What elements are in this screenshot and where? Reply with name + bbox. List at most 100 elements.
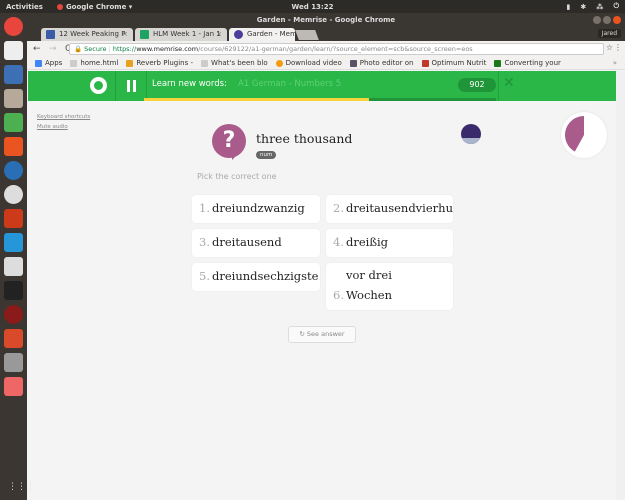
session-title: Learn new words: [152, 79, 227, 89]
app-menu-label: Google Chrome ▾ [65, 2, 133, 11]
files-launcher-icon[interactable] [4, 89, 23, 108]
choice-3[interactable]: 3. dreitausend [192, 229, 320, 257]
bookmark-converting[interactable]: Converting your [494, 59, 561, 67]
address-bar[interactable]: 🔒 Secure | https://www.memrise.com/cours… [69, 43, 604, 55]
url-scheme: https:// [112, 45, 137, 53]
power-icon: ⏻ [613, 2, 619, 10]
close-tab-icon[interactable]: × [122, 30, 128, 38]
app-menu[interactable]: Google Chrome ▾ [56, 2, 133, 11]
profile-button[interactable]: Jared [597, 29, 621, 38]
chrome-menu-icon[interactable]: ⋮ [614, 43, 622, 52]
window-title: Garden - Memrise - Google Chrome [256, 16, 396, 24]
close-session-icon[interactable]: ✕ [503, 75, 515, 91]
new-tab-button[interactable] [295, 30, 319, 40]
tab-memrise[interactable]: Garden - Memrise [229, 28, 295, 41]
audio-launcher-icon[interactable] [4, 233, 23, 252]
bookmark-label: Photo editor on [359, 59, 414, 67]
timer-pie [561, 112, 607, 158]
shortcut-links: Keyboard shortcuts Mute audio [37, 112, 90, 132]
chrome-launcher-icon[interactable] [4, 17, 23, 36]
toolbar: ← → C 🔒 Secure | https://www.memrise.com… [27, 41, 625, 57]
forward-icon[interactable]: → [49, 44, 59, 54]
bookmark-star-icon[interactable]: ☆ [606, 43, 613, 52]
choice-text: dreiundzwanzig [211, 201, 305, 215]
system-tray[interactable]: ▮ ✱ ⁂ ⏻ [567, 2, 619, 11]
activities-button[interactable]: Activities [6, 3, 43, 11]
bookmark-label: Converting your [504, 59, 561, 67]
bookmark-download-video[interactable]: Download video [275, 59, 342, 67]
speaker-launcher-icon[interactable] [4, 257, 23, 276]
sheet-favicon-icon [46, 30, 55, 39]
divider [115, 71, 116, 101]
tab-hlm[interactable]: HLM Week 1 - Jan 1 × [135, 28, 227, 41]
see-answer-button[interactable]: ↻ See answer [288, 326, 356, 343]
memrise-favicon-icon [234, 30, 243, 39]
page-icon [70, 59, 78, 67]
choice-text: vor drei Wochen [345, 268, 393, 302]
back-icon[interactable]: ← [33, 44, 43, 54]
scrollbar[interactable] [616, 71, 625, 500]
minimize-button[interactable] [593, 16, 601, 24]
choice-4[interactable]: 4. dreißig [326, 229, 453, 257]
bookmarks-bar: Apps home.html Reverb Plugins - What's b… [27, 57, 625, 70]
mute-audio-link[interactable]: Mute audio [37, 122, 90, 132]
musescore-launcher-icon[interactable] [4, 185, 23, 204]
impress-launcher-icon[interactable] [4, 377, 23, 396]
apps-grid-icon [35, 59, 42, 67]
session-progress-track [369, 98, 496, 101]
pause-button[interactable] [127, 80, 137, 92]
profile-name: Jared [601, 30, 617, 37]
choice-number: 2. [333, 201, 344, 215]
course-name: A1 German - Numbers 5 [238, 79, 342, 89]
choice-text: dreiundsechzigste [211, 269, 319, 283]
choice-1[interactable]: 1. dreiundzwanzig [192, 195, 320, 223]
tweaks-launcher-icon[interactable] [4, 209, 23, 228]
maximize-button[interactable] [603, 16, 611, 24]
close-tab-icon[interactable]: × [216, 30, 222, 38]
writer-launcher-icon[interactable] [4, 65, 23, 84]
tab-strip: 12 Week Peaking P × HLM Week 1 - Jan 1 × G… [27, 27, 625, 41]
choice-2[interactable]: 2. dreitausendvierhu [326, 195, 453, 223]
bookmark-label: Download video [285, 59, 342, 67]
evince-launcher-icon[interactable] [4, 41, 23, 60]
bookmark-home[interactable]: home.html [70, 59, 118, 67]
calc-launcher-icon[interactable] [4, 113, 23, 132]
refresh-icon: ↻ [299, 330, 305, 338]
clock[interactable]: Wed 13:22 [292, 3, 334, 11]
instruction-text: Pick the correct one [197, 172, 277, 181]
choice-text: dreißig [345, 235, 389, 249]
tab-peaking[interactable]: 12 Week Peaking P × [41, 28, 133, 41]
terminal-launcher-icon[interactable] [4, 281, 23, 300]
show-apps-icon[interactable]: ⋮⋮⋮ [8, 482, 35, 492]
bookmark-label: Optimum Nutrit [431, 59, 487, 67]
bookmark-whats-been[interactable]: What's been blo [201, 59, 268, 67]
inkscape-launcher-icon[interactable] [4, 161, 23, 180]
see-answer-label: See answer [306, 330, 345, 338]
page-icon [201, 59, 209, 67]
hardware-launcher-icon[interactable] [4, 353, 23, 372]
divider [498, 71, 499, 101]
reverb-icon [126, 59, 134, 67]
more-bookmarks-icon[interactable]: » [613, 59, 617, 67]
url-path: /course/629122/a1-german/garden/learn/?s… [198, 45, 473, 53]
choice-5[interactable]: 5. dreiundsechzigste [192, 263, 320, 291]
choice-text: dreitausendvierhu [345, 201, 453, 215]
keyboard-shortcuts-link[interactable]: Keyboard shortcuts [37, 112, 90, 122]
os-top-bar: Activities Google Chrome ▾ Wed 13:22 ▮ ✱… [0, 0, 625, 13]
settings-icon: ✱ [580, 2, 587, 11]
choice-6[interactable]: 6.vor drei Wochen [326, 263, 453, 310]
mixer-launcher-icon[interactable] [4, 329, 23, 348]
bookmark-apps[interactable]: Apps [35, 59, 62, 67]
bookmark-label: Apps [45, 59, 63, 67]
software-launcher-icon[interactable] [4, 137, 23, 156]
memrise-logo-icon[interactable] [90, 77, 107, 94]
bookmark-photo-editor[interactable]: Photo editor on [349, 59, 414, 67]
bookmark-optimum[interactable]: Optimum Nutrit [421, 59, 487, 67]
tab-label: HLM Week 1 - Jan 1 [153, 30, 221, 38]
bookmark-label: Reverb Plugins - [136, 59, 194, 67]
choice-number: 1. [199, 201, 210, 215]
app-launcher-icon[interactable] [4, 305, 23, 324]
bookmark-reverb[interactable]: Reverb Plugins - [126, 59, 193, 67]
people-icon: ⁂ [596, 2, 604, 11]
close-window-button[interactable] [613, 16, 621, 24]
